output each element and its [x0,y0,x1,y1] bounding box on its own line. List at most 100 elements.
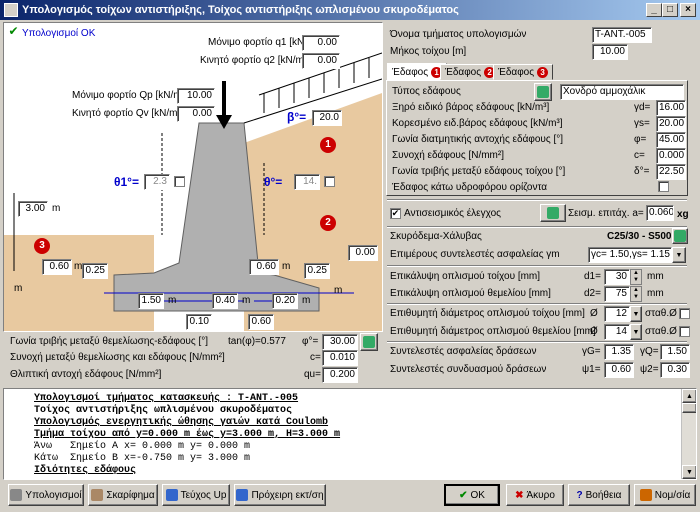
scrollbar[interactable]: ▲ ▼ [681,389,696,479]
report-button[interactable]: Τεύχος Up [162,484,230,506]
toe-length-input[interactable]: 1.50 [138,293,164,309]
beta-input[interactable]: 20.0 [312,110,342,126]
c-soil-label: c= [634,150,645,161]
sketch-button[interactable]: Σκαρίφημα [88,484,158,506]
height-input[interactable]: 3.00 [18,201,48,217]
heel-depth-input[interactable]: 0.25 [304,263,330,279]
gd-input[interactable]: 16.00 [656,100,686,116]
accel-label: Σεισμ. επιτάχ. a= [568,208,644,219]
material-icon [674,230,686,242]
stat-wall-checkbox[interactable] [679,308,690,319]
scroll-down-button[interactable]: ▼ [682,465,696,479]
gs-input[interactable]: 20.00 [656,116,686,132]
d2-spinner[interactable]: ▲ ▼ [630,286,642,302]
cancel-button[interactable]: ✖ Άκυρο [506,484,564,506]
heel-length-input[interactable]: 0.60 [248,314,274,330]
water-checkbox[interactable] [658,181,669,192]
qv-input[interactable]: 0.00 [177,106,215,122]
tab-soil-1[interactable]: Έδαφος 1 [387,63,448,81]
chevron-down-icon[interactable]: ▼ [672,247,686,263]
psi2-input[interactable]: 0.30 [660,362,690,378]
dia-found-select[interactable]: 14 [604,324,630,340]
concrete-button[interactable] [672,228,688,244]
d1-input[interactable]: 30 [604,269,630,285]
height-unit: m [52,203,61,214]
maximize-button[interactable]: □ [662,3,678,17]
theta1-input[interactable]: 2.3 [144,174,170,190]
psi1-input[interactable]: 0.60 [604,362,634,378]
stat-found-label: σταθ.Ø [645,326,677,337]
qp-input[interactable]: 10.00 [177,88,215,104]
theta-input[interactable]: 14. [294,174,320,190]
q1-input[interactable]: 0.00 [302,35,340,51]
seismic-checkbox[interactable]: ✔ [390,208,401,219]
soil-marker-3: 3 [34,238,50,254]
x-icon: ✖ [515,489,524,501]
theta-checkbox[interactable] [324,176,335,187]
output-line: Υπολογισμός ενεργητικής ώθησης γαιών κατ… [34,417,329,428]
printer-icon [165,489,178,501]
qu-input[interactable]: 0.200 [322,367,358,383]
gG-input[interactable]: 1.35 [604,344,634,360]
output-lines: Υπολογισμοί τμήματος κατασκευής : T-ANT.… [34,393,340,477]
seismic-map-button[interactable] [540,204,566,222]
minimize-button[interactable]: _ [646,3,662,17]
stem-width-input[interactable]: 0.40 [212,293,238,309]
water-label: Έδαφος κάτω υδροφόρου ορίζοντα [392,182,548,193]
heel-offset-input[interactable]: 0.20 [272,293,298,309]
dia-wall-symbol: Ø [590,308,598,319]
dia-wall-label: Επιθυμητή διάμετρος οπλισμού τοίχου [mm] [390,308,585,319]
length-input[interactable]: 10.00 [592,44,628,60]
theta1-checkbox[interactable] [174,176,185,187]
length-label: Μήκος τοίχου [m] [390,46,467,57]
phi-label: φ°= [302,336,319,347]
tab-soil-2[interactable]: Έδαφος 2 [440,64,501,80]
foundation-phi-input[interactable]: 30.00 [322,334,358,350]
help-button[interactable]: ? Βοήθεια [568,484,630,506]
d2-input[interactable]: 75 [604,286,630,302]
phi-soil-input[interactable]: 45.00 [656,132,686,148]
calc-button[interactable]: Υπολογισμοί [8,484,84,506]
accel-input[interactable]: 0.060 [646,205,674,221]
soil-type-button[interactable] [534,83,552,101]
depth-left-input[interactable]: 0.60 [42,259,72,275]
stem-width-unit: m [242,295,251,306]
sat-weight-label: Κορεσμένο ειδ.βάρος εδάφους [kN/m³] [392,118,563,129]
scroll-thumb[interactable] [682,403,696,413]
tab-soil-3[interactable]: Έδαφος 3 [493,64,554,80]
chevron-down-icon[interactable]: ▼ [630,306,642,322]
output-text-area[interactable]: Υπολογισμοί τμήματος κατασκευής : T-ANT.… [3,388,697,480]
scroll-up-button[interactable]: ▲ [682,389,696,403]
dia-wall-select[interactable]: 12 [604,306,630,322]
output-line: Ιδιότητες εδάφους [34,465,137,476]
c-soil-input[interactable]: 0.000 [656,148,686,164]
foundation-soil-button[interactable] [360,333,378,351]
soil-type-input[interactable]: Χονδρό αμμοχάλικ [560,84,684,100]
foundation-c-input[interactable]: 0.010 [322,350,358,366]
dia-found-symbol: Ø [590,326,598,337]
tab-badge-3: 3 [537,66,549,78]
toe-depth-input[interactable]: 0.25 [82,263,108,279]
preview-button[interactable]: Πρόχειρη εκτ/ση [234,484,326,506]
ok-button[interactable]: ✔ OK [444,484,500,506]
units-button[interactable]: Νομ/σία [634,484,696,506]
delta-label: δ°= [634,166,650,177]
depth-right-input[interactable]: 0.60 [249,259,279,275]
partial-factors-select[interactable]: γc= 1.50,γs= 1.15 [588,247,672,263]
chevron-down-icon[interactable]: ▼ [630,324,642,340]
dry-weight-label: Ξηρό ειδικό βάρος εδάφους [kN/m³] [392,102,550,113]
q2-input[interactable]: 0.00 [302,53,340,69]
right-height-input[interactable]: 0.00 [348,245,378,261]
gQ-input[interactable]: 1.50 [660,344,690,360]
close-button[interactable]: × [680,3,696,17]
stat-found-checkbox[interactable] [679,326,690,337]
d1-spinner[interactable]: ▲ ▼ [630,269,642,285]
theta1-label: θ1°= [114,175,139,189]
name-input[interactable]: T-ANT.-005 [592,27,652,43]
divider [387,303,687,305]
output-line: Κάτω Σημείο B x=-0.750 m y= 3.000 m [34,453,251,464]
delta-input[interactable]: 22.50 [656,164,686,180]
soil-marker-1: 1 [320,137,336,153]
base-offset-input[interactable]: 0.10 [186,314,212,330]
calculator-icon [10,489,23,501]
